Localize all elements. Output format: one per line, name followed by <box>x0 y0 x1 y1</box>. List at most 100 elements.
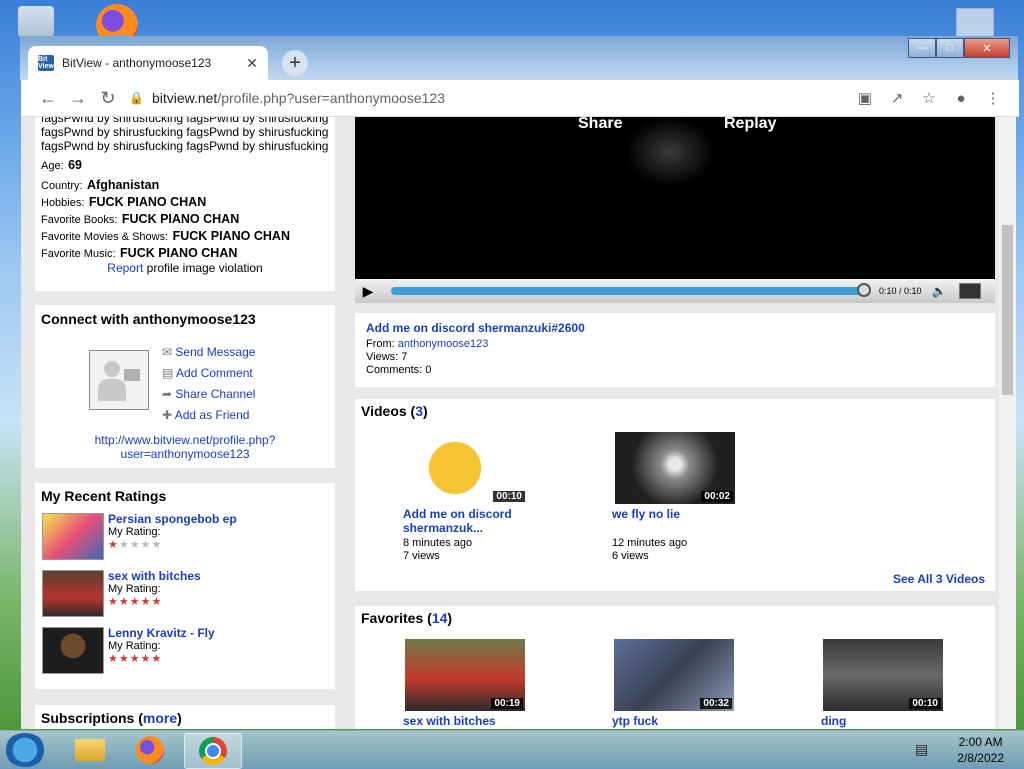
send-message-button[interactable]: ✉ Send Message <box>162 342 255 363</box>
videos-box: Videos (3) 00:10 Add me on discord sherm… <box>355 399 995 591</box>
subscriptions-more-link[interactable]: more <box>143 710 177 726</box>
video-meta: From: anthonymoose123 Views: 7 Comments:… <box>366 338 488 377</box>
rating-thumbnail[interactable] <box>42 513 104 560</box>
network-icon[interactable]: ▤ <box>915 741 928 758</box>
rating-thumbnail[interactable] <box>42 570 104 617</box>
uploader-link[interactable]: anthonymoose123 <box>398 338 489 350</box>
play-icon[interactable]: ▶ <box>355 279 381 303</box>
profile-field: Favorite Music: FUCK PIANO CHAN <box>41 245 290 262</box>
replay-overlay-button[interactable]: Replay <box>724 117 776 133</box>
report-link[interactable]: Report <box>107 261 143 275</box>
from-label: From: <box>366 338 395 350</box>
volume-icon[interactable]: 🔈 <box>932 284 947 298</box>
star-rating: ★★★★★ <box>108 596 163 608</box>
rating-title-link[interactable]: Lenny Kravitz - Fly <box>108 627 215 640</box>
video-title-link[interactable]: we fly no lie <box>612 507 680 521</box>
videos-count: 3 <box>415 403 424 419</box>
profile-field: Hobbies: FUCK PIANO CHAN <box>41 194 290 211</box>
video-title-line: Add me on discord <box>403 507 512 521</box>
add-comment-button[interactable]: ▤ Add Comment <box>162 363 255 384</box>
maximize-button[interactable]: □ <box>936 38 964 58</box>
field-label: Favorite Movies & Shows: <box>41 231 169 243</box>
url-path: /profile.php?user=anthonymoose123 <box>217 90 445 106</box>
upload-time: 12 minutes ago <box>612 537 688 549</box>
video-title-link[interactable]: Add me on discord shermanzuki#2600 <box>366 321 585 335</box>
favorites-count: 14 <box>431 610 448 626</box>
action-label: Share Channel <box>175 387 256 401</box>
chrome-taskbar-icon[interactable] <box>184 733 242 769</box>
video-title-link[interactable]: ytp fuck <box>612 714 658 728</box>
video-title-line: shermanzuk... <box>403 521 484 535</box>
recycle-bin-icon[interactable] <box>18 6 54 40</box>
close-button[interactable]: ✕ <box>964 38 1010 58</box>
start-button[interactable] <box>4 733 46 767</box>
profile-url-link[interactable]: http://www.bitview.net/profile.php? user… <box>35 433 335 461</box>
video-meta: 12 minutes ago 6 views <box>612 537 687 563</box>
video-thumbnail[interactable]: 00:32 <box>614 639 734 711</box>
seek-knob[interactable] <box>857 283 871 297</box>
connect-title: Connect with anthonymoose123 <box>41 311 256 327</box>
profile-icon[interactable]: ● <box>945 83 977 113</box>
clock[interactable]: 2:00 AM 2/8/2022 <box>957 734 1004 766</box>
reload-icon[interactable]: ↻ <box>93 83 123 113</box>
connect-actions: ✉ Send Message ▤ Add Comment ➦ Share Cha… <box>162 342 255 426</box>
back-icon[interactable]: ← <box>33 83 63 113</box>
rating-title-link[interactable]: sex with bitches <box>108 570 201 583</box>
blocked-popup-icon[interactable]: ▣ <box>849 83 881 113</box>
rating-title-link[interactable]: Persian spongebob ep <box>108 513 237 526</box>
url-line: user=anthonymoose123 <box>120 447 250 461</box>
bookmark-star-icon[interactable]: ☆ <box>913 83 945 113</box>
profile-box: fagsPwnd by shirusfucking fagsPwnd by sh… <box>35 117 335 291</box>
video-info-box: Add me on discord shermanzuki#2600 From:… <box>355 313 995 387</box>
video-thumbnail[interactable]: 00:10 <box>407 432 527 504</box>
share-overlay-button[interactable]: Share <box>578 117 622 133</box>
seek-bar[interactable] <box>391 283 871 297</box>
rating-label: My Rating: <box>108 526 161 538</box>
minimize-button[interactable]: — <box>908 38 936 58</box>
field-label: Favorite Music: <box>41 248 116 260</box>
browser-toolbar: ← → ↻ 🔒 bitview.net/profile.php?user=ant… <box>21 80 1019 117</box>
video-title-link[interactable]: Add me on discord shermanzuk... <box>403 507 512 535</box>
close-tab-icon[interactable]: ✕ <box>246 55 258 72</box>
duration-badge: 00:10 <box>493 491 525 502</box>
field-value: FUCK PIANO CHAN <box>121 212 240 226</box>
new-tab-button[interactable]: + <box>282 50 308 76</box>
forward-icon[interactable]: → <box>63 83 93 113</box>
video-title-link[interactable]: sex with bitches <box>403 714 496 728</box>
clock-date: 2/8/2022 <box>957 751 1004 765</box>
video-player[interactable]: Share Replay <box>355 117 995 303</box>
fullscreen-icon[interactable] <box>958 283 981 299</box>
envelope-icon: ✉ <box>162 345 173 359</box>
favorites-label: Favorites <box>361 610 424 626</box>
menu-icon[interactable]: ⋮ <box>977 83 1009 113</box>
see-all-videos-link[interactable]: See All 3 Videos <box>893 572 985 586</box>
field-label: Hobbies: <box>41 197 85 209</box>
explorer-taskbar-icon[interactable] <box>62 733 118 767</box>
field-value: FUCK PIANO CHAN <box>172 229 290 243</box>
firefox-taskbar-icon[interactable] <box>122 733 178 767</box>
page-scrollbar[interactable] <box>999 117 1016 729</box>
taskbar: ▤ 2:00 AM 2/8/2022 <box>0 730 1024 769</box>
address-bar[interactable]: 🔒 bitview.net/profile.php?user=anthonymo… <box>129 83 929 113</box>
video-thumbnail[interactable]: 00:10 <box>823 639 943 711</box>
add-friend-button[interactable]: ✚ Add as Friend <box>162 405 255 426</box>
field-value: FUCK PIANO CHAN <box>88 195 207 209</box>
field-value: Afghanistan <box>87 178 160 192</box>
duration-badge: 00:19 <box>491 698 523 709</box>
video-thumbnail[interactable]: 00:02 <box>615 432 735 504</box>
share-arrow-icon: ➦ <box>162 387 173 401</box>
video-thumbnail[interactable]: 00:19 <box>405 639 525 711</box>
video-title-link[interactable]: ding <box>821 714 846 728</box>
lock-icon: 🔒 <box>129 91 144 105</box>
rating-thumbnail[interactable] <box>42 627 104 674</box>
rating-item: Lenny Kravitz - Fly My Rating: ★★★★★ <box>108 627 215 666</box>
scrollbar-thumb[interactable] <box>1002 225 1013 395</box>
share-icon[interactable]: ↗ <box>881 83 913 113</box>
views-count: Views: 7 <box>366 351 408 363</box>
share-channel-button[interactable]: ➦ Share Channel <box>162 384 255 405</box>
rating-label: My Rating: <box>108 640 161 652</box>
browser-tab[interactable]: Bit View BitView - anthonymoose123 ✕ <box>28 46 268 80</box>
subscriptions-box: Subscriptions (more) <box>35 705 335 729</box>
avatar[interactable] <box>89 350 149 410</box>
duration-badge: 00:02 <box>701 491 733 502</box>
